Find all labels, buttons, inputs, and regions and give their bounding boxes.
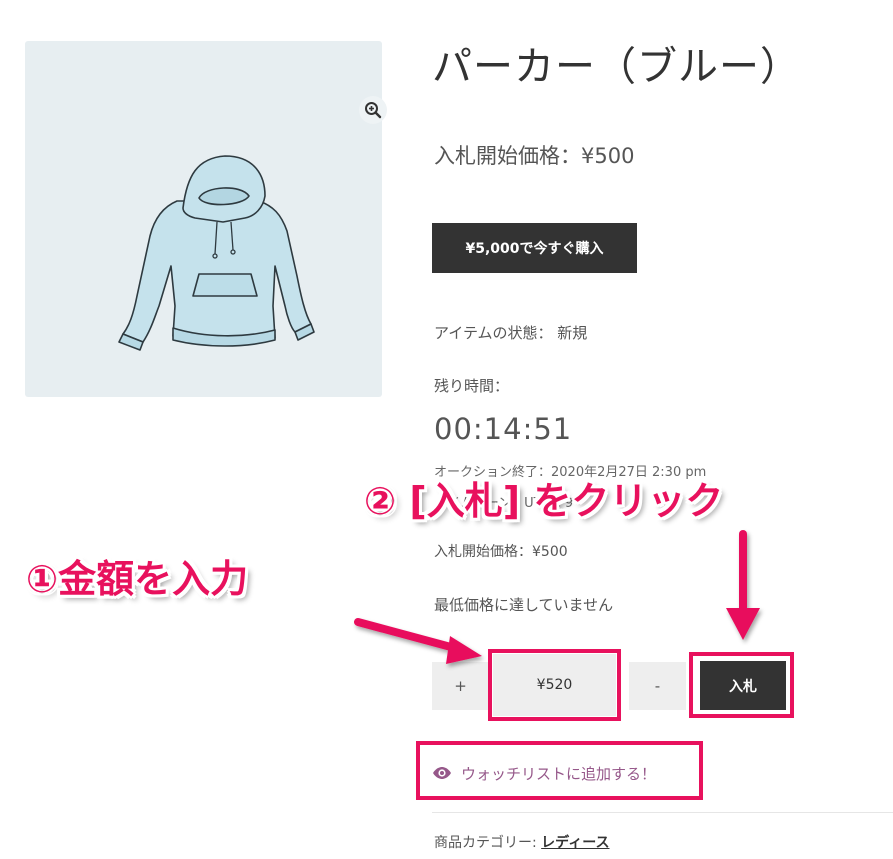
hoodie-illustration: [118, 155, 315, 351]
annotation-step-1: ①金額を入力: [26, 557, 249, 601]
bid-input-highlight: [488, 649, 621, 721]
buy-now-button[interactable]: ¥5,000で今すぐ購入: [432, 223, 637, 273]
arrow-to-bid-button: [726, 530, 760, 640]
product-title: パーカー（ブルー）: [432, 44, 801, 90]
decrease-bid-button[interactable]: -: [629, 662, 686, 710]
item-condition: アイテムの状態： 新規: [434, 324, 588, 342]
start-price-heading: 入札開始価格：¥500: [434, 144, 635, 168]
zoom-in-icon: [365, 102, 382, 119]
product-image[interactable]: [25, 41, 387, 397]
zoom-button[interactable]: [359, 96, 387, 124]
category-prefix: 商品カテゴリー:: [434, 835, 537, 851]
category-link[interactable]: レディース: [541, 835, 609, 851]
watchlist-highlight: [416, 741, 703, 800]
start-price-line: 入札開始価格：¥500: [434, 544, 568, 560]
countdown-timer: 00:14:51: [434, 412, 573, 446]
bid-button-highlight: [689, 652, 794, 718]
arrow-to-bid-input: [354, 618, 482, 664]
product-category: 商品カテゴリー: レディース: [434, 832, 610, 852]
divider: [432, 812, 893, 813]
annotation-step-2: ② [入札] をクリック: [364, 479, 724, 523]
time-left-label: 残り時間：: [434, 377, 510, 395]
